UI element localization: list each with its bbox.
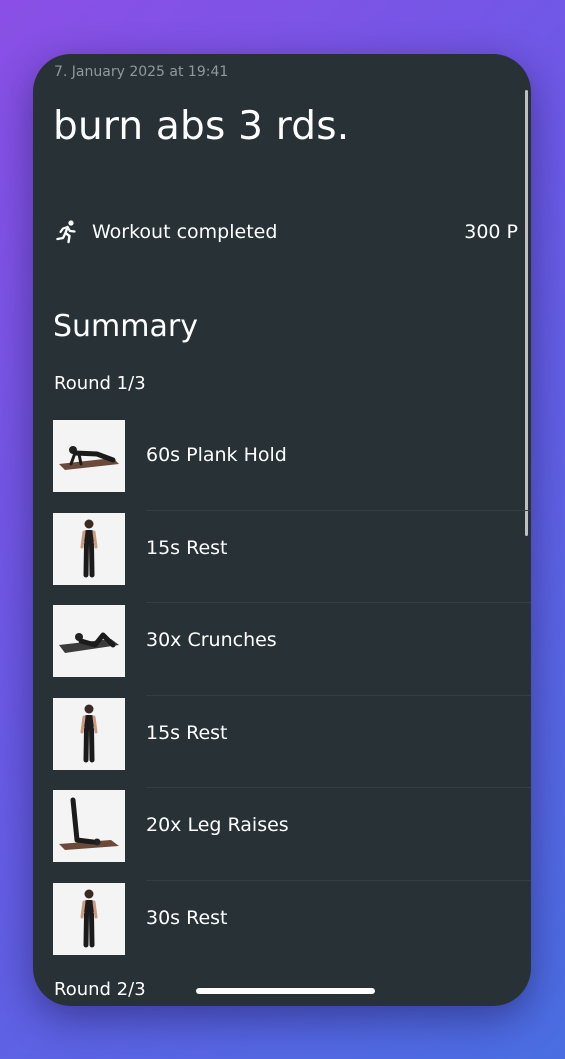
round-label: Round 2/3 [54, 979, 146, 1000]
round-label: Round 1/3 [54, 373, 146, 394]
exercise-row-leg-raises[interactable]: 20x Leg Raises [33, 788, 531, 881]
exercise-label: 60s Plank Hold [146, 444, 287, 466]
exercise-label: 30x Crunches [146, 629, 277, 651]
exercise-thumbnail-crunches [53, 605, 125, 677]
exercise-row-plank[interactable]: 60s Plank Hold [33, 418, 531, 511]
exercise-list: 60s Plank Hold 15s Rest 30x Crunches 15s… [33, 418, 531, 973]
workout-status-row: Workout completed 300 P [54, 218, 518, 246]
exercise-thumbnail-leg-raises [53, 790, 125, 862]
exercise-thumbnail-rest [53, 882, 125, 955]
exercise-row-rest[interactable]: 15s Rest [33, 696, 531, 788]
summary-heading: Summary [53, 309, 198, 344]
running-person-icon [56, 220, 76, 244]
exercise-label: 30s Rest [146, 906, 228, 929]
exercise-row-rest[interactable]: 15s Rest [33, 511, 531, 603]
home-indicator[interactable] [196, 988, 375, 994]
status-label: Workout completed [92, 221, 278, 243]
points-value: 300 P [464, 221, 518, 243]
workout-title: burn abs 3 rds. [53, 104, 350, 149]
workout-date: 7. January 2025 at 19:41 [54, 64, 229, 80]
exercise-thumbnail-rest [53, 697, 125, 770]
workout-detail-screen: 7. January 2025 at 19:41 burn abs 3 rds.… [33, 54, 531, 1006]
exercise-thumbnail-rest [53, 512, 125, 585]
exercise-thumbnail-plank [53, 420, 125, 492]
exercise-label: 15s Rest [146, 536, 228, 559]
exercise-label: 20x Leg Raises [146, 814, 289, 836]
exercise-row-crunches[interactable]: 30x Crunches [33, 603, 531, 696]
exercise-row-rest[interactable]: 30s Rest [33, 881, 531, 974]
exercise-label: 15s Rest [146, 721, 228, 744]
